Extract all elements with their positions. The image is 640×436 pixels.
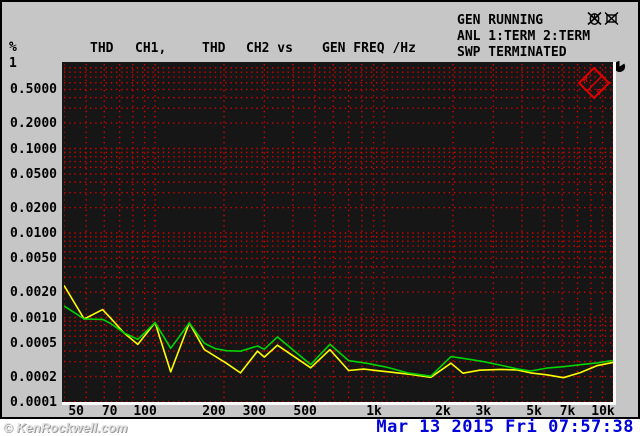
y-tick-label: 0.2000 bbox=[10, 116, 57, 132]
x-tick-label: 100 bbox=[133, 404, 157, 419]
y-tick-label: 0.1000 bbox=[10, 141, 57, 157]
chart-title-segment: THD bbox=[202, 41, 226, 56]
y-tick-label: 0.0500 bbox=[10, 166, 57, 182]
x-tick-label: 500 bbox=[293, 404, 317, 419]
y-tick-label: 0.0005 bbox=[10, 335, 57, 351]
sweep-status: SWP TERMINATED bbox=[457, 45, 567, 60]
y-tick-label: 0.0001 bbox=[10, 395, 57, 410]
datetime-stamp: Mar 13 2015 Fri 07:57:38 bbox=[376, 417, 634, 436]
status-block: GEN RUNNING ANL 1:TERM 2:TERM SWP TERMIN… bbox=[457, 13, 590, 61]
x-tick-label: 200 bbox=[202, 404, 226, 419]
chart-title-segment: CH2 vs bbox=[246, 41, 293, 56]
y-tick-label: 0.0050 bbox=[10, 251, 57, 267]
trace-thd-ch2 bbox=[64, 305, 613, 378]
y-tick-label: 0.0020 bbox=[10, 285, 57, 301]
thd-plot-svg: RS bbox=[64, 64, 613, 402]
y-tick-label: 0.0100 bbox=[10, 226, 57, 241]
mouse-disabled-icon bbox=[587, 11, 602, 26]
chart-title-segment: GEN FREQ /Hz bbox=[322, 41, 416, 56]
generator-status: GEN RUNNING bbox=[457, 13, 544, 28]
thd-plot-panel: RS bbox=[62, 62, 616, 405]
x-tick-label: 300 bbox=[242, 404, 267, 419]
y-axis-unit-label: % bbox=[9, 40, 17, 55]
y-tick-label: 0.5000 bbox=[10, 82, 57, 98]
y-tick-label: 0.0200 bbox=[10, 200, 57, 216]
keyboard-disabled-icon bbox=[604, 11, 619, 26]
analyzer-status: ANL 1:TERM 2:TERM bbox=[457, 29, 591, 44]
watermark: © KenRockwell.com bbox=[3, 420, 128, 435]
chart-title-segment: CH1, bbox=[135, 41, 167, 56]
y-axis-top-scale-label: 1 bbox=[9, 56, 17, 71]
chart-title-segment: THD bbox=[90, 41, 114, 56]
y-tick-label: 0.0010 bbox=[10, 310, 57, 326]
analyzer-screenshot: % 1 THD CH1, THD CH2 vs GEN FREQ /Hz GEN RUN… bbox=[0, 0, 640, 436]
svg-text:R: R bbox=[583, 75, 588, 84]
svg-text:S: S bbox=[596, 88, 601, 97]
instrument-screen: % 1 THD CH1, THD CH2 vs GEN FREQ /Hz GEN RUN… bbox=[0, 0, 640, 419]
y-tick-label: 0.0002 bbox=[10, 369, 57, 385]
rohde-schwarz-logo: RS bbox=[577, 66, 611, 100]
